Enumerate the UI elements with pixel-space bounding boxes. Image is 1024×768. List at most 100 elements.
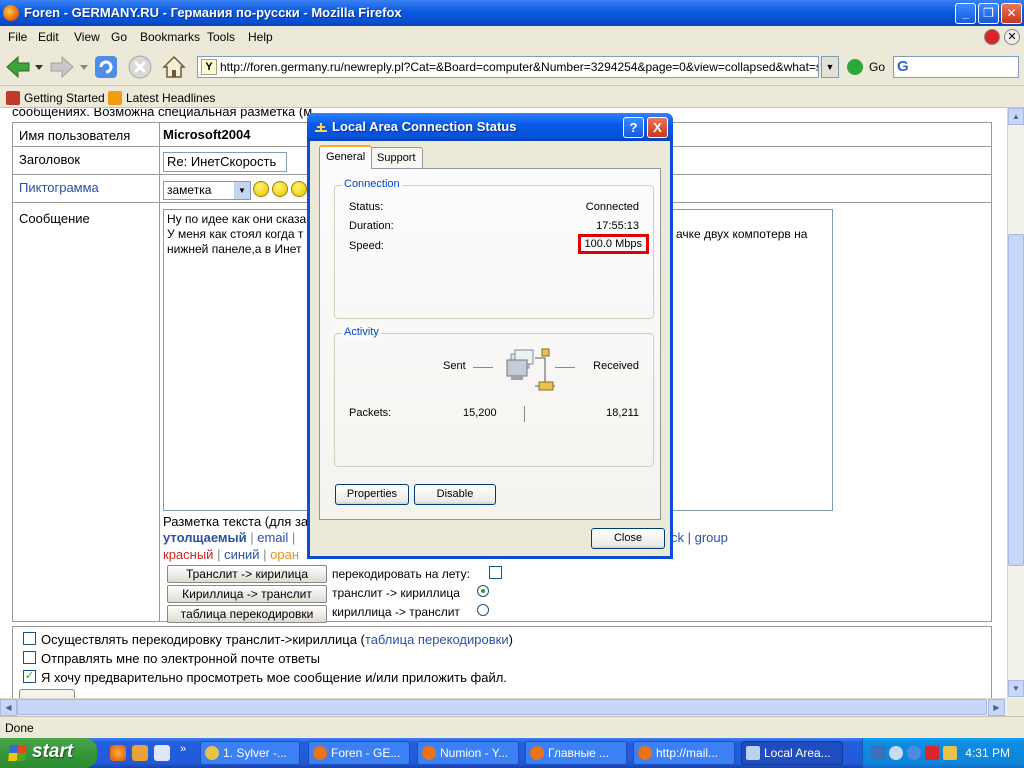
sync-tray-icon[interactable] (889, 746, 903, 760)
submit-button-partial[interactable] (19, 689, 75, 698)
scroll-left-icon[interactable]: ◀ (0, 699, 17, 716)
dialog-close-x-button[interactable]: X (647, 117, 668, 138)
menu-bookmarks[interactable]: Bookmarks (140, 30, 200, 44)
go-icon[interactable] (847, 59, 863, 75)
taskbar-item-local-area[interactable]: Local Area... (741, 741, 843, 765)
icon-label-link[interactable]: Пиктограмма (19, 180, 99, 195)
live-recode-checkbox[interactable] (489, 566, 502, 579)
network-icon (746, 746, 760, 760)
network-connection-icon (315, 123, 327, 132)
taskbar: start » 1. Sylver -... Foren - GE... Num… (0, 738, 1024, 768)
scroll-up-icon[interactable]: ▲ (1008, 108, 1024, 125)
forward-arrow-icon[interactable] (48, 53, 76, 81)
quicklaunch-more-icon[interactable]: » (180, 743, 186, 755)
speed-value: 100.0 Mbps (577, 234, 649, 254)
packets-divider (524, 406, 525, 422)
color-red-link[interactable]: красный (163, 547, 213, 562)
color-orange-link[interactable]: оран (270, 547, 299, 562)
menu-view[interactable]: View (74, 30, 100, 44)
email-replies-label: Отправлять мне по электронной почте отве… (41, 651, 321, 666)
menu-help[interactable]: Help (248, 30, 273, 44)
recode-option-text: Осуществлять перекодировку транслит->кир… (41, 632, 365, 647)
activity-group-label: Activity (342, 326, 381, 338)
taskbar-item-foren[interactable]: Foren - GE... (308, 741, 410, 765)
icon-select[interactable]: заметка ▼ (163, 181, 251, 200)
network-tray-icon[interactable] (871, 746, 885, 760)
properties-button[interactable]: Properties (335, 484, 409, 505)
recode-table-button[interactable]: таблица перекодировки (167, 605, 327, 623)
menu-file[interactable]: File (8, 30, 27, 44)
antivirus-tray-icon[interactable] (925, 746, 939, 760)
taskbar-item-main[interactable]: Главные ... (525, 741, 627, 765)
back-arrow-icon[interactable] (4, 53, 32, 81)
vertical-scrollbar[interactable]: ▲ ▼ (1007, 108, 1024, 698)
menu-go[interactable]: Go (111, 30, 127, 44)
dialog-title-bar[interactable]: Local Area Connection Status ? X (307, 113, 673, 141)
subject-input[interactable]: Re: ИнетСкорость (163, 152, 287, 172)
icon-select-value: заметка (167, 183, 212, 197)
reload-icon[interactable] (92, 53, 120, 81)
address-bar[interactable]: Y http://foren.germany.ru/newreply.pl?Ca… (197, 56, 819, 78)
cyrillic-translit-radio[interactable] (477, 604, 489, 616)
smiley-happy-icon[interactable] (253, 181, 269, 197)
scroll-down-icon[interactable]: ▼ (1008, 680, 1024, 697)
desktop-quicklaunch-icon[interactable] (154, 745, 170, 761)
tab-general[interactable]: General (319, 145, 373, 169)
smiley-sad-icon[interactable] (272, 181, 288, 197)
menu-tools[interactable]: Tools (207, 30, 235, 44)
window-close-button[interactable]: ✕ (1001, 3, 1022, 24)
stop-icon[interactable] (126, 53, 154, 81)
media-quicklaunch-icon[interactable] (132, 745, 148, 761)
translit-cyrillic-radio[interactable] (477, 585, 489, 597)
url-dropdown-button[interactable]: ▼ (821, 56, 839, 78)
taskbar-item-mail[interactable]: http://mail... (633, 741, 735, 765)
scroll-right-icon[interactable]: ▶ (988, 699, 1005, 716)
markup-email-link[interactable]: email (257, 530, 288, 545)
status-text: Done (5, 721, 34, 735)
packets-received-value: 18,211 (606, 407, 639, 419)
scroll-thumb[interactable] (1008, 234, 1024, 566)
bookmark-getting-started[interactable]: Getting Started (6, 91, 105, 105)
cyrillic-to-translit-button[interactable]: Кириллица -> транслит (167, 585, 327, 603)
sent-label: Sent (443, 360, 466, 372)
color-blue-link[interactable]: синий (224, 547, 259, 562)
menu-edit[interactable]: Edit (38, 30, 59, 44)
email-replies-checkbox[interactable] (23, 651, 36, 664)
connection-status-dialog: Local Area Connection Status ? X General… (307, 113, 673, 559)
translit-to-cyrillic-button[interactable]: Транслит -> кирилица (167, 565, 327, 583)
search-input[interactable]: G (893, 56, 1019, 78)
tool-tray-icon[interactable] (943, 746, 957, 760)
help-button[interactable]: ? (623, 117, 644, 138)
recode-table-link[interactable]: таблица перекодировки (365, 632, 509, 647)
horizontal-scrollbar[interactable]: ◀ ▶ (0, 698, 1007, 716)
taskbar-item-sylver[interactable]: 1. Sylver -... (200, 741, 300, 765)
close-button[interactable]: Close (591, 528, 665, 549)
url-text[interactable]: http://foren.germany.ru/newreply.pl?Cat=… (220, 60, 818, 74)
back-dropdown-icon[interactable] (35, 63, 43, 71)
task-app-icon (530, 746, 544, 760)
disable-button[interactable]: Disable (414, 484, 496, 505)
home-icon[interactable] (160, 53, 188, 81)
task-app-icon (313, 746, 327, 760)
markup-help-text: Разметка текста (для за (163, 514, 309, 529)
firefox-quicklaunch-icon[interactable] (110, 745, 126, 761)
markup-tags-right[interactable]: ck | group (671, 530, 728, 545)
tab-close-icon[interactable]: ✕ (1004, 29, 1020, 45)
forward-dropdown-icon[interactable] (80, 63, 88, 71)
maximize-button[interactable]: ❐ (978, 3, 999, 24)
activity-group: Activity Sent Received Packets: 15,200 1… (334, 326, 654, 467)
status-value: Connected (585, 201, 639, 213)
horizontal-scroll-thumb[interactable] (17, 699, 987, 715)
tab-support[interactable]: Support (370, 147, 423, 169)
taskbar-item-numion[interactable]: Numion - Y... (417, 741, 519, 765)
bookmark-latest-headlines[interactable]: Latest Headlines (108, 91, 215, 105)
messenger-tray-icon[interactable] (907, 746, 921, 760)
markup-bold-link[interactable]: утолщаемый (163, 530, 247, 545)
start-button[interactable]: start (0, 738, 97, 768)
smiley-surprised-icon[interactable] (291, 181, 307, 197)
recode-option-checkbox[interactable] (23, 632, 36, 645)
preview-checkbox[interactable]: ✓ (23, 670, 36, 683)
throbber-icon (984, 29, 1000, 45)
go-button[interactable]: Go (869, 60, 885, 74)
minimize-button[interactable]: _ (955, 3, 976, 24)
